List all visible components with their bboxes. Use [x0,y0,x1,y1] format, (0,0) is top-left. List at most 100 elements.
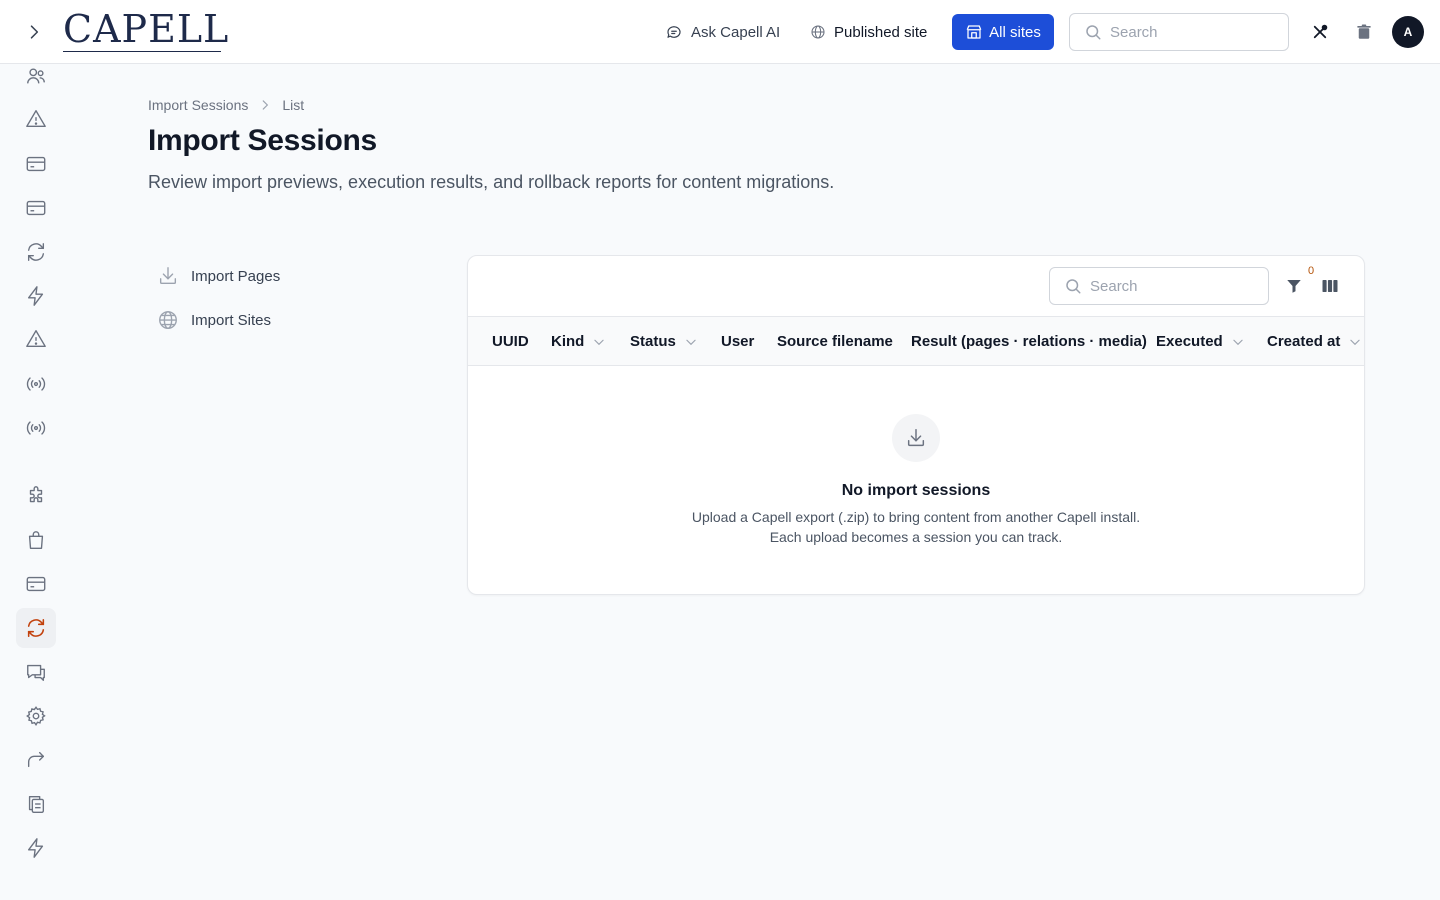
columns-icon [1322,280,1338,292]
empty-state-icon-wrap [892,414,940,462]
sidebar-item-users[interactable] [16,56,56,96]
breadcrumb-parent-link[interactable]: Import Sessions [148,97,248,113]
column-header-user[interactable]: User [721,317,754,366]
global-search[interactable] [1069,13,1289,51]
capell-logo[interactable]: CAPELL [63,7,230,52]
column-header-kind[interactable]: Kind [551,317,606,366]
broadcast-icon [26,377,46,391]
table-search[interactable] [1049,267,1269,305]
tools-button[interactable] [1308,20,1332,44]
chat-icon [27,664,45,681]
trash-icon [1357,24,1371,39]
table-toolbar: 0 [468,256,1364,317]
trash-button[interactable] [1352,20,1376,44]
empty-state-description: Upload a Capell export (.zip) to bring c… [468,507,1364,547]
sidebar-item-comments[interactable] [16,652,56,692]
sidebar-item-billing[interactable] [16,144,56,184]
sidebar-item-actions[interactable] [16,828,56,868]
column-header-created-at[interactable]: Created at [1267,317,1362,366]
sidebar-item-automations[interactable] [16,276,56,316]
column-header-label: Status [630,333,676,350]
download-icon [159,267,177,285]
column-header-executed[interactable]: Executed [1156,317,1245,366]
globe-icon [159,311,177,329]
page-description: Review import previews, execution result… [148,172,835,192]
column-header-result[interactable]: Result (pages · relations · media) [911,317,1147,366]
chevron-down-icon [686,339,696,345]
column-header-source-filename[interactable]: Source filename [777,317,893,366]
all-sites-button[interactable]: All sites [952,14,1054,50]
lightning-icon [27,838,44,858]
gear-icon [26,706,46,726]
globe-icon [811,25,825,39]
sidebar-item-alerts[interactable] [16,99,56,139]
subnav-item-import-pages[interactable]: Import Pages [148,256,428,296]
column-header-label: Executed [1156,333,1223,350]
users-icon [27,68,45,84]
subnav-label: Import Sites [191,311,272,329]
column-header-label: Created at [1267,333,1341,350]
lightning-icon [27,286,44,306]
sidebar-item-webhooks[interactable] [16,408,56,448]
breadcrumb: Import Sessions List [148,97,304,113]
all-sites-label: All sites [989,23,1041,41]
column-header-label: User [721,333,755,350]
sidebar-item-sync[interactable] [16,232,56,272]
subnav-label: Import Pages [191,267,281,285]
column-header-label: Result (pages · relations · media) [911,333,1147,350]
chevron-right-icon [263,100,269,110]
shopping-bag-icon [28,531,44,549]
sidebar-item-shop[interactable] [16,520,56,560]
breadcrumb-current: List [282,97,305,113]
sidebar-item-copies[interactable] [16,784,56,824]
published-site-label: Published site [834,23,928,41]
redirect-icon [27,751,45,768]
sidebar-item-extensions[interactable] [16,476,56,516]
chevron-down-icon [1233,339,1243,345]
chevron-down-icon [1350,339,1361,345]
ask-ai-button[interactable]: Ask Capell AI [665,20,780,44]
top-bar: CAPELL Ask Capell AI Published site All … [0,0,1440,64]
warning-icon [26,110,46,128]
toggle-columns-button[interactable] [1319,275,1341,297]
empty-state-line: Each upload becomes a session you can tr… [769,529,1063,545]
building-icon [966,25,982,39]
empty-state-line: Upload a Capell export (.zip) to bring c… [691,509,1141,525]
sidebar-item-payments[interactable] [16,188,56,228]
table-header: UUID Kind Status User Source filename Re… [468,317,1364,366]
published-site-link[interactable]: Published site [810,20,927,44]
sessions-table-card: 0 UUID Kind Status User Source filename … [467,255,1365,595]
page-title: Import Sessions [148,124,377,157]
sidebar-item-errors[interactable] [16,319,56,359]
copy-icon [28,795,45,813]
refresh-icon [27,243,45,261]
credit-card-icon [26,156,46,172]
filter-button[interactable] [1283,275,1305,297]
empty-state-title: No import sessions [841,482,991,499]
sidebar-item-broadcast[interactable] [16,364,56,404]
global-search-input[interactable] [1110,23,1270,41]
subnav-item-import-sites[interactable]: Import Sites [148,300,428,340]
refresh-icon [27,618,45,638]
download-icon [907,429,925,447]
wrench-screwdriver-icon [1313,24,1328,39]
logo-text: CAPELL [63,7,230,51]
expand-sidebar-button[interactable] [22,20,46,44]
puzzle-icon [29,486,43,503]
ask-ai-label: Ask Capell AI [691,23,781,41]
column-header-label: Kind [551,333,585,350]
sidebar-item-settings[interactable] [16,696,56,736]
funnel-icon [1287,280,1301,293]
column-header-status[interactable]: Status [630,317,698,366]
credit-card-icon [26,576,46,592]
broadcast-icon [26,421,46,435]
logo-underline [63,51,221,52]
column-header-uuid[interactable]: UUID [492,317,529,366]
empty-state: No import sessions Upload a Capell expor… [468,366,1364,594]
column-header-label: UUID [492,333,529,350]
sidebar-item-import-sessions[interactable] [16,608,56,648]
table-search-input[interactable] [1090,277,1250,295]
user-avatar[interactable]: A [1392,16,1424,48]
sidebar-item-redirects[interactable] [16,740,56,780]
sidebar-item-subscriptions[interactable] [16,564,56,604]
